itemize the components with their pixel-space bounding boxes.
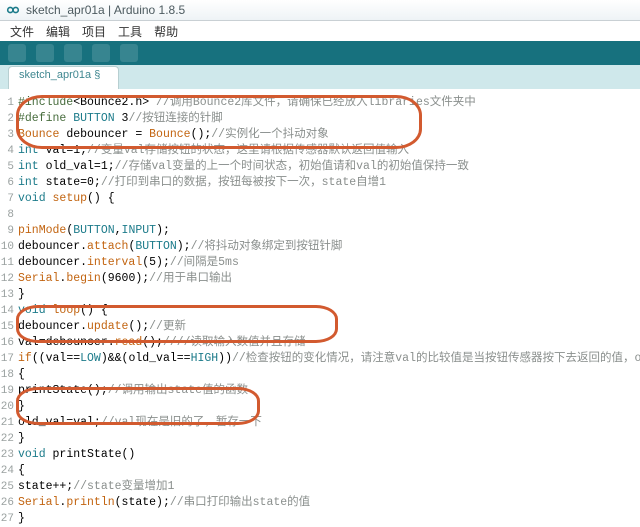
code-line[interactable]: state++;//state变量增加1 [18, 479, 640, 495]
line-number: 13 [0, 287, 16, 303]
code-line[interactable]: debouncer.interval(5);//间隔是5ms [18, 255, 640, 271]
line-number: 4 [0, 143, 16, 159]
code-line[interactable]: printState();//调用输出state值的函数 [18, 383, 640, 399]
line-number: 10 [0, 239, 16, 255]
line-number: 1 [0, 95, 16, 111]
line-number: 26 [0, 495, 16, 511]
code-line[interactable]: Serial.begin(9600);//用于串口输出 [18, 271, 640, 287]
line-number: 6 [0, 175, 16, 191]
code-line[interactable]: #define BUTTON 3//按钮连接的针脚 [18, 111, 640, 127]
title-bar: sketch_apr01a | Arduino 1.8.5 [0, 0, 640, 21]
line-number: 22 [0, 431, 16, 447]
code-line[interactable]: debouncer.attach(BUTTON);//将抖动对象绑定到按钮针脚 [18, 239, 640, 255]
line-number: 20 [0, 399, 16, 415]
toolbar [0, 41, 640, 65]
save-button[interactable] [120, 44, 138, 62]
code-line[interactable]: val=debouncer.read();////读取输入数值并且存储 [18, 335, 640, 351]
code-line[interactable]: void printState() [18, 447, 640, 463]
line-number: 24 [0, 463, 16, 479]
code-line[interactable]: } [18, 287, 640, 303]
line-number: 21 [0, 415, 16, 431]
line-number: 5 [0, 159, 16, 175]
line-number: 25 [0, 479, 16, 495]
code-line[interactable]: int val=1;//变量val存储按钮的状态，这里请根据传感器默认返回值输入 [18, 143, 640, 159]
line-number: 15 [0, 319, 16, 335]
code-line[interactable]: void loop() { [18, 303, 640, 319]
line-number: 16 [0, 335, 16, 351]
verify-button[interactable] [8, 44, 26, 62]
line-number: 7 [0, 191, 16, 207]
code-line[interactable]: void setup() { [18, 191, 640, 207]
line-number: 17 [0, 351, 16, 367]
new-button[interactable] [64, 44, 82, 62]
code-line[interactable]: int state=0;//打印到串口的数据，按钮每被按下一次，state自增1 [18, 175, 640, 191]
line-number: 19 [0, 383, 16, 399]
upload-button[interactable] [36, 44, 54, 62]
line-number: 23 [0, 447, 16, 463]
line-number: 27 [0, 511, 16, 527]
arduino-logo-icon [6, 3, 20, 17]
line-number: 18 [0, 367, 16, 383]
menu-tools[interactable]: 工具 [118, 23, 142, 40]
code-line[interactable]: Bounce debouncer = Bounce();//实例化一个抖动对象 [18, 127, 640, 143]
line-number: 11 [0, 255, 16, 271]
code-line[interactable]: #include<Bounce2.h> //调用Bounce2库文件，请确保已经… [18, 95, 640, 111]
code-line[interactable]: if((val==LOW)&&(old_val==HIGH))//检查按钮的变化… [18, 351, 640, 367]
code-line[interactable]: pinMode(BUTTON,INPUT); [18, 223, 640, 239]
code-line[interactable]: debouncer.update();//更新 [18, 319, 640, 335]
line-number: 2 [0, 111, 16, 127]
line-gutter: 1234567891011121314151617181920212223242… [0, 95, 16, 527]
menu-project[interactable]: 项目 [82, 23, 106, 40]
window-title: sketch_apr01a | Arduino 1.8.5 [26, 3, 185, 17]
code-editor[interactable]: 1234567891011121314151617181920212223242… [0, 89, 640, 527]
open-button[interactable] [92, 44, 110, 62]
menu-file[interactable]: 文件 [10, 23, 34, 40]
code-area[interactable]: #include<Bounce2.h> //调用Bounce2库文件，请确保已经… [18, 95, 640, 527]
code-line[interactable]: } [18, 511, 640, 527]
menu-bar: 文件 编辑 项目 工具 帮助 [0, 21, 640, 41]
code-line[interactable]: } [18, 431, 640, 447]
code-line[interactable]: int old_val=1;//存储val变量的上一个时间状态，初始值请和val… [18, 159, 640, 175]
line-number: 9 [0, 223, 16, 239]
line-number: 3 [0, 127, 16, 143]
code-line[interactable]: { [18, 463, 640, 479]
code-line[interactable] [18, 207, 640, 223]
tab-strip: sketch_apr01a § [0, 65, 640, 89]
menu-help[interactable]: 帮助 [154, 23, 178, 40]
code-line[interactable]: old_val=val;//val现在是旧的了，暂存一下 [18, 415, 640, 431]
menu-edit[interactable]: 编辑 [46, 23, 70, 40]
code-line[interactable]: { [18, 367, 640, 383]
line-number: 8 [0, 207, 16, 223]
line-number: 14 [0, 303, 16, 319]
code-line[interactable]: } [18, 399, 640, 415]
code-line[interactable]: Serial.println(state);//串口打印输出state的值 [18, 495, 640, 511]
tab-main[interactable]: sketch_apr01a § [8, 66, 119, 89]
line-number: 12 [0, 271, 16, 287]
